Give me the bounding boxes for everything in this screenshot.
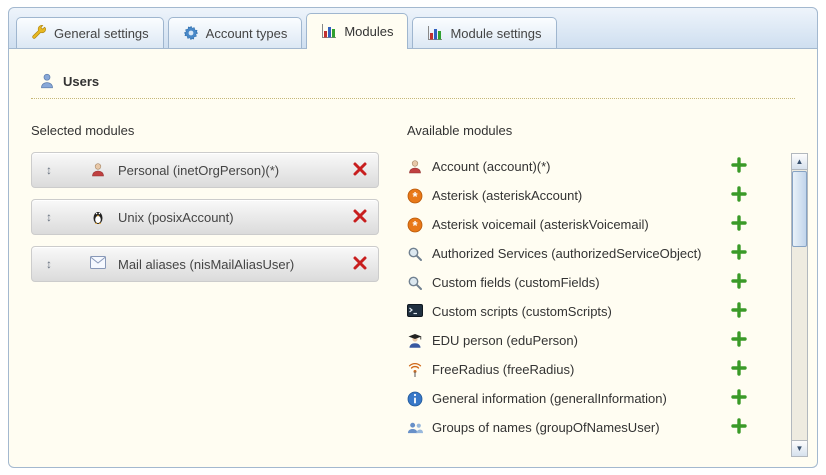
- available-module-row: EDU person (eduPerson): [407, 326, 747, 355]
- envelope-icon: [90, 256, 106, 272]
- available-module-row: General information (generalInformation): [407, 384, 747, 413]
- available-module-row: * Asterisk (asteriskAccount): [407, 181, 747, 210]
- plus-icon: [731, 360, 747, 379]
- user-icon: [39, 73, 55, 89]
- available-module-label: EDU person (eduPerson): [432, 333, 731, 348]
- tab-label: Account types: [206, 26, 288, 41]
- drag-handle-icon[interactable]: ↕: [42, 163, 56, 177]
- plus-icon: [731, 273, 747, 292]
- plus-icon: [731, 418, 747, 437]
- drag-handle-icon[interactable]: ↕: [42, 257, 56, 271]
- group-icon: [407, 420, 423, 436]
- add-module-button[interactable]: [731, 302, 747, 321]
- tab-account-types[interactable]: Account types: [168, 17, 303, 48]
- section-title: Users: [63, 74, 99, 89]
- add-module-button[interactable]: [731, 244, 747, 263]
- add-module-button[interactable]: [731, 331, 747, 350]
- selected-module-label: Personal (inetOrgPerson)(*): [118, 163, 352, 178]
- gear-icon: [183, 25, 199, 41]
- available-module-label: Custom scripts (customScripts): [432, 304, 731, 319]
- available-module-label: Asterisk (asteriskAccount): [432, 188, 731, 203]
- bar-chart-icon: [427, 25, 443, 41]
- tab-bar: General settings Account types Modules M…: [8, 7, 818, 49]
- scrollbar[interactable]: ▲ ▼: [791, 153, 808, 457]
- plus-icon: [731, 186, 747, 205]
- plus-icon: [731, 157, 747, 176]
- magnifier-icon: [407, 246, 423, 262]
- add-module-button[interactable]: [731, 157, 747, 176]
- selected-module-label: Unix (posixAccount): [118, 210, 352, 225]
- scroll-up-icon: ▲: [796, 157, 804, 166]
- antenna-icon: [407, 362, 423, 378]
- plus-icon: [731, 389, 747, 408]
- drag-handle-icon[interactable]: ↕: [42, 210, 56, 224]
- plus-icon: [731, 244, 747, 263]
- scroll-down-button[interactable]: ▼: [792, 440, 807, 456]
- lam-config-window: General settings Account types Modules M…: [8, 7, 818, 468]
- scroll-down-icon: ▼: [796, 444, 804, 453]
- info-icon: [407, 391, 423, 407]
- add-module-button[interactable]: [731, 215, 747, 234]
- add-module-button[interactable]: [731, 186, 747, 205]
- person-icon: [407, 159, 423, 175]
- tab-label: Modules: [344, 24, 393, 39]
- tab-modules[interactable]: Modules: [306, 13, 408, 49]
- available-module-label: Asterisk voicemail (asteriskVoicemail): [432, 217, 731, 232]
- available-module-label: Groups of names (groupOfNamesUser): [432, 420, 731, 435]
- plus-icon: [731, 331, 747, 350]
- selected-module-row: ↕ Personal (inetOrgPerson)(*): [31, 152, 379, 188]
- available-module-label: Custom fields (customFields): [432, 275, 731, 290]
- person-icon: [90, 162, 106, 178]
- available-module-label: Authorized Services (authorizedServiceOb…: [432, 246, 731, 261]
- available-module-row: * Asterisk voicemail (asteriskVoicemail): [407, 210, 747, 239]
- module-columns: Selected modules ↕ Personal (inetOrgPers…: [31, 123, 795, 442]
- selected-module-label: Mail aliases (nisMailAliasUser): [118, 257, 352, 272]
- available-module-row: Custom scripts (customScripts): [407, 297, 747, 326]
- remove-module-button[interactable]: [352, 161, 368, 180]
- add-module-button[interactable]: [731, 273, 747, 292]
- red-x-icon: [352, 208, 368, 227]
- selected-modules-column: Selected modules ↕ Personal (inetOrgPers…: [31, 123, 379, 442]
- selected-modules-heading: Selected modules: [31, 123, 379, 138]
- add-module-button[interactable]: [731, 418, 747, 437]
- magnifier-icon: [407, 275, 423, 291]
- red-x-icon: [352, 255, 368, 274]
- tab-label: Module settings: [450, 26, 541, 41]
- available-module-label: General information (generalInformation): [432, 391, 731, 406]
- available-modules-heading: Available modules: [407, 123, 747, 138]
- remove-module-button[interactable]: [352, 255, 368, 274]
- add-module-button[interactable]: [731, 389, 747, 408]
- asterisk-icon: *: [407, 217, 423, 233]
- selected-module-row: ↕ Mail aliases (nisMailAliasUser): [31, 246, 379, 282]
- users-section-header: Users: [31, 71, 795, 99]
- available-module-row: Custom fields (customFields): [407, 268, 747, 297]
- available-module-label: FreeRadius (freeRadius): [432, 362, 731, 377]
- plus-icon: [731, 302, 747, 321]
- modules-panel: Users Selected modules ↕ Personal (inetO…: [8, 49, 818, 468]
- bar-chart-icon: [321, 23, 337, 39]
- terminal-icon: [407, 304, 423, 320]
- available-modules-column: Available modules Account (account)(*) *…: [407, 123, 795, 442]
- red-x-icon: [352, 161, 368, 180]
- asterisk-icon: *: [407, 188, 423, 204]
- scroll-thumb[interactable]: [792, 171, 807, 247]
- plus-icon: [731, 215, 747, 234]
- add-module-button[interactable]: [731, 360, 747, 379]
- available-module-row: Account (account)(*): [407, 152, 747, 181]
- available-module-row: Authorized Services (authorizedServiceOb…: [407, 239, 747, 268]
- selected-module-row: ↕ Unix (posixAccount): [31, 199, 379, 235]
- penguin-icon: [90, 209, 106, 225]
- remove-module-button[interactable]: [352, 208, 368, 227]
- available-module-label: Account (account)(*): [432, 159, 731, 174]
- available-module-row: Groups of names (groupOfNamesUser): [407, 413, 747, 442]
- tab-module-settings[interactable]: Module settings: [412, 17, 556, 48]
- tab-label: General settings: [54, 26, 149, 41]
- graduate-icon: [407, 333, 423, 349]
- scroll-up-button[interactable]: ▲: [792, 154, 807, 170]
- tab-general-settings[interactable]: General settings: [16, 17, 164, 48]
- wrench-icon: [31, 25, 47, 41]
- available-module-row: FreeRadius (freeRadius): [407, 355, 747, 384]
